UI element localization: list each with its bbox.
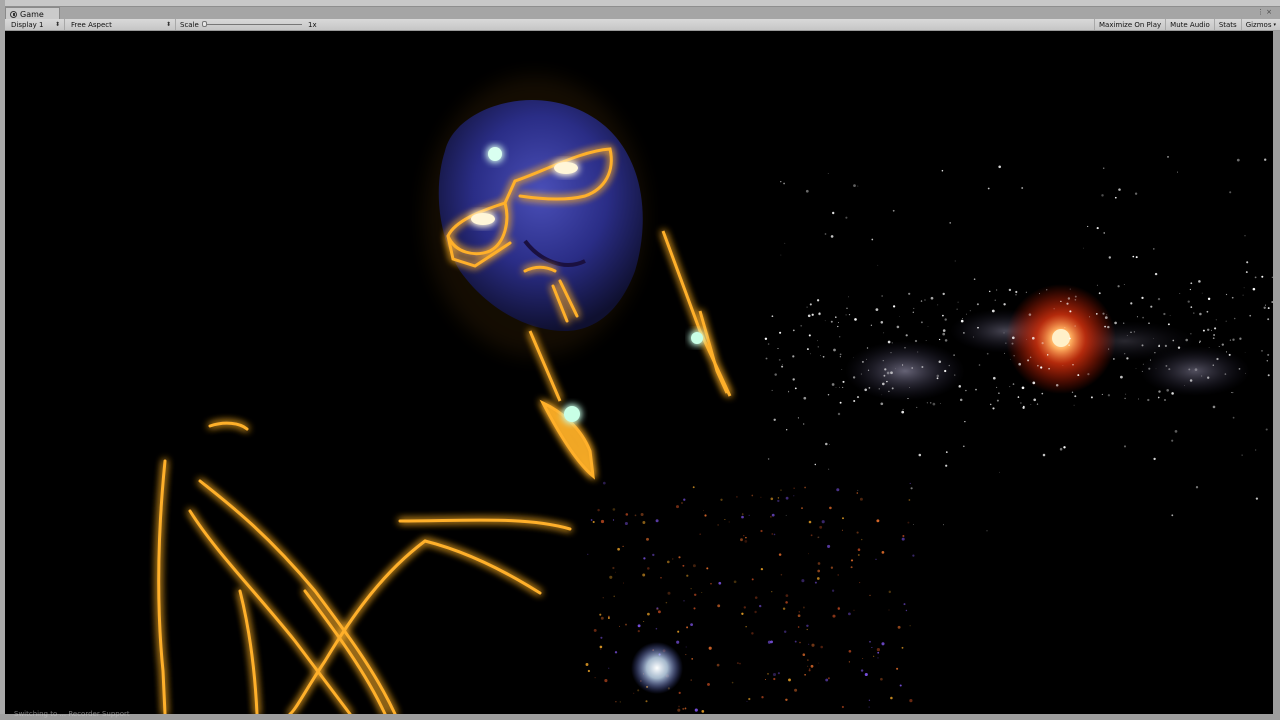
tab-bar: Game ⋮ × <box>5 6 1280 20</box>
glowing-mask-face <box>425 76 645 356</box>
maximize-on-play-button[interactable]: Maximize On Play <box>1094 19 1165 30</box>
window-right-edge <box>1273 31 1280 720</box>
scale-slider-track[interactable] <box>204 24 302 25</box>
galaxy-band <box>764 156 1273 538</box>
glowing-orb <box>631 642 683 694</box>
window-bottom-edge <box>0 714 1273 720</box>
dropdown-arrow-icon: ▾ <box>1273 21 1276 28</box>
aspect-dropdown-label: Free Aspect <box>71 20 112 29</box>
close-icon[interactable]: × <box>1266 8 1272 16</box>
dropdown-arrow-icon: ⬍ <box>165 21 171 28</box>
status-bar-text: Switching to ... Recorder Support <box>14 710 130 718</box>
scale-label: Scale <box>180 20 199 29</box>
scale-value: 1x <box>308 20 317 29</box>
game-controller-icon <box>10 10 17 18</box>
scale-slider-thumb[interactable] <box>202 21 207 27</box>
glowing-hands <box>157 421 572 714</box>
window-controls: ⋮ × <box>1257 8 1272 16</box>
menu-dots-icon[interactable]: ⋮ <box>1257 8 1264 16</box>
stats-button[interactable]: Stats <box>1213 19 1241 30</box>
gizmos-button[interactable]: Gizmos ▾ <box>1240 19 1280 30</box>
game-viewport[interactable] <box>5 31 1273 714</box>
display-dropdown[interactable]: Display 1 ⬍ <box>5 19 65 30</box>
game-scene <box>157 76 1273 714</box>
forehead-gem <box>488 147 502 161</box>
gizmos-label: Gizmos <box>1245 20 1272 29</box>
display-dropdown-label: Display 1 <box>11 20 44 29</box>
tab-game-label: Game <box>20 9 44 19</box>
game-view-toolbar: Display 1 ⬍ Free Aspect ⬍ Scale 1x Maxim… <box>5 19 1280 31</box>
unity-editor-window: Game ⋮ × Display 1 ⬍ Free Aspect ⬍ Scale… <box>0 0 1280 720</box>
dropdown-arrow-icon: ⬍ <box>54 21 60 28</box>
mute-audio-button[interactable]: Mute Audio <box>1165 19 1214 30</box>
aspect-dropdown[interactable]: Free Aspect ⬍ <box>65 19 176 30</box>
